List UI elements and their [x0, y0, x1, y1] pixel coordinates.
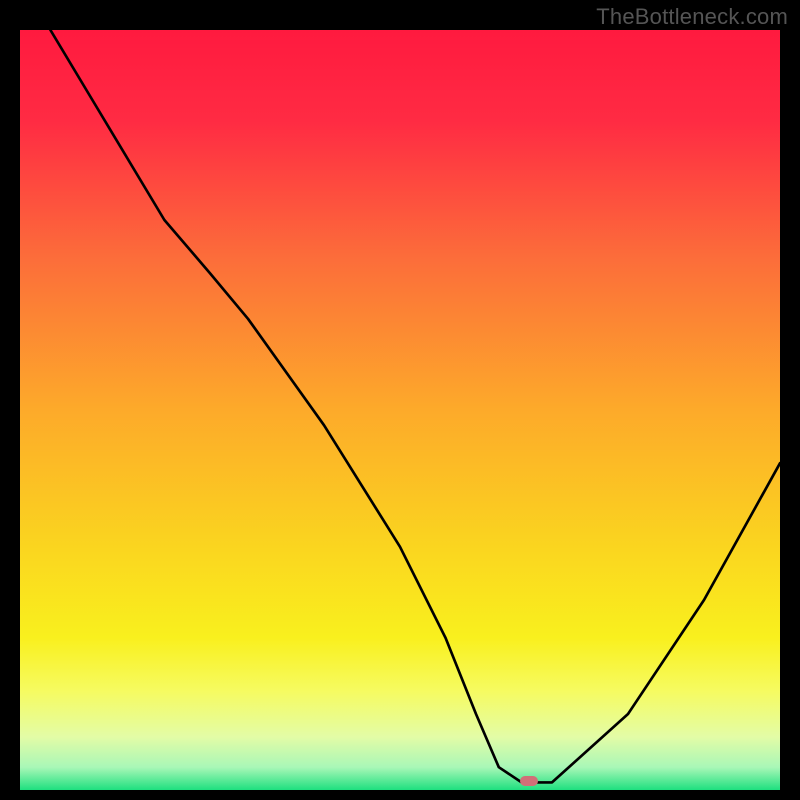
bottleneck-curve [20, 30, 780, 790]
plot-area [20, 30, 780, 790]
optimal-marker [520, 776, 538, 786]
watermark-text: TheBottleneck.com [596, 4, 788, 30]
chart-frame: TheBottleneck.com [0, 0, 800, 800]
